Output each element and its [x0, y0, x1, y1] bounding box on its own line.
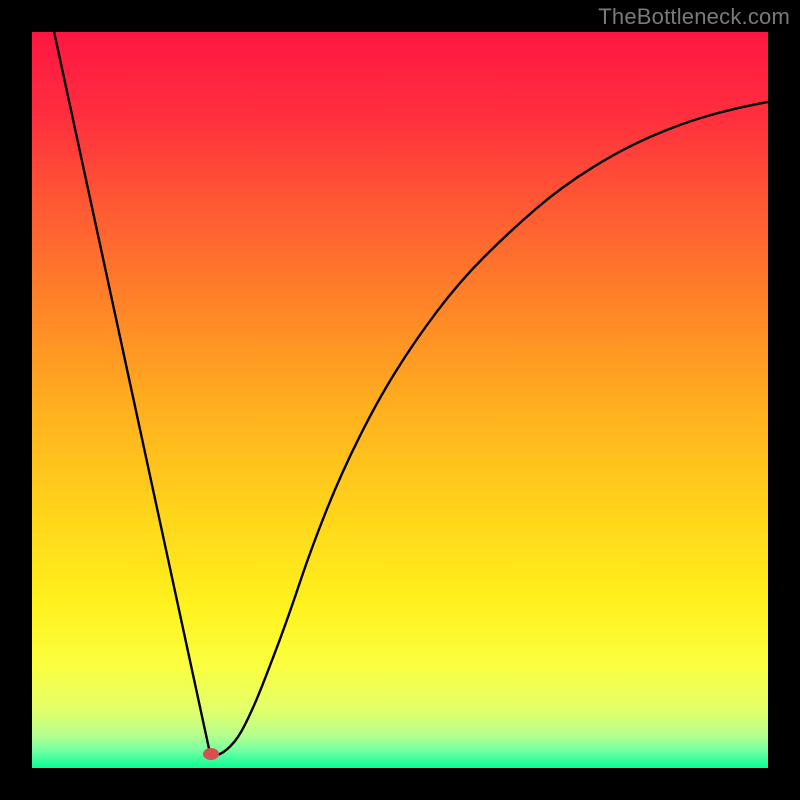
chart-frame: TheBottleneck.com: [0, 0, 800, 800]
optimal-point-marker: [203, 748, 219, 760]
plot-area: [32, 32, 768, 768]
watermark-text: TheBottleneck.com: [598, 4, 790, 30]
bottleneck-curve: [32, 32, 768, 768]
